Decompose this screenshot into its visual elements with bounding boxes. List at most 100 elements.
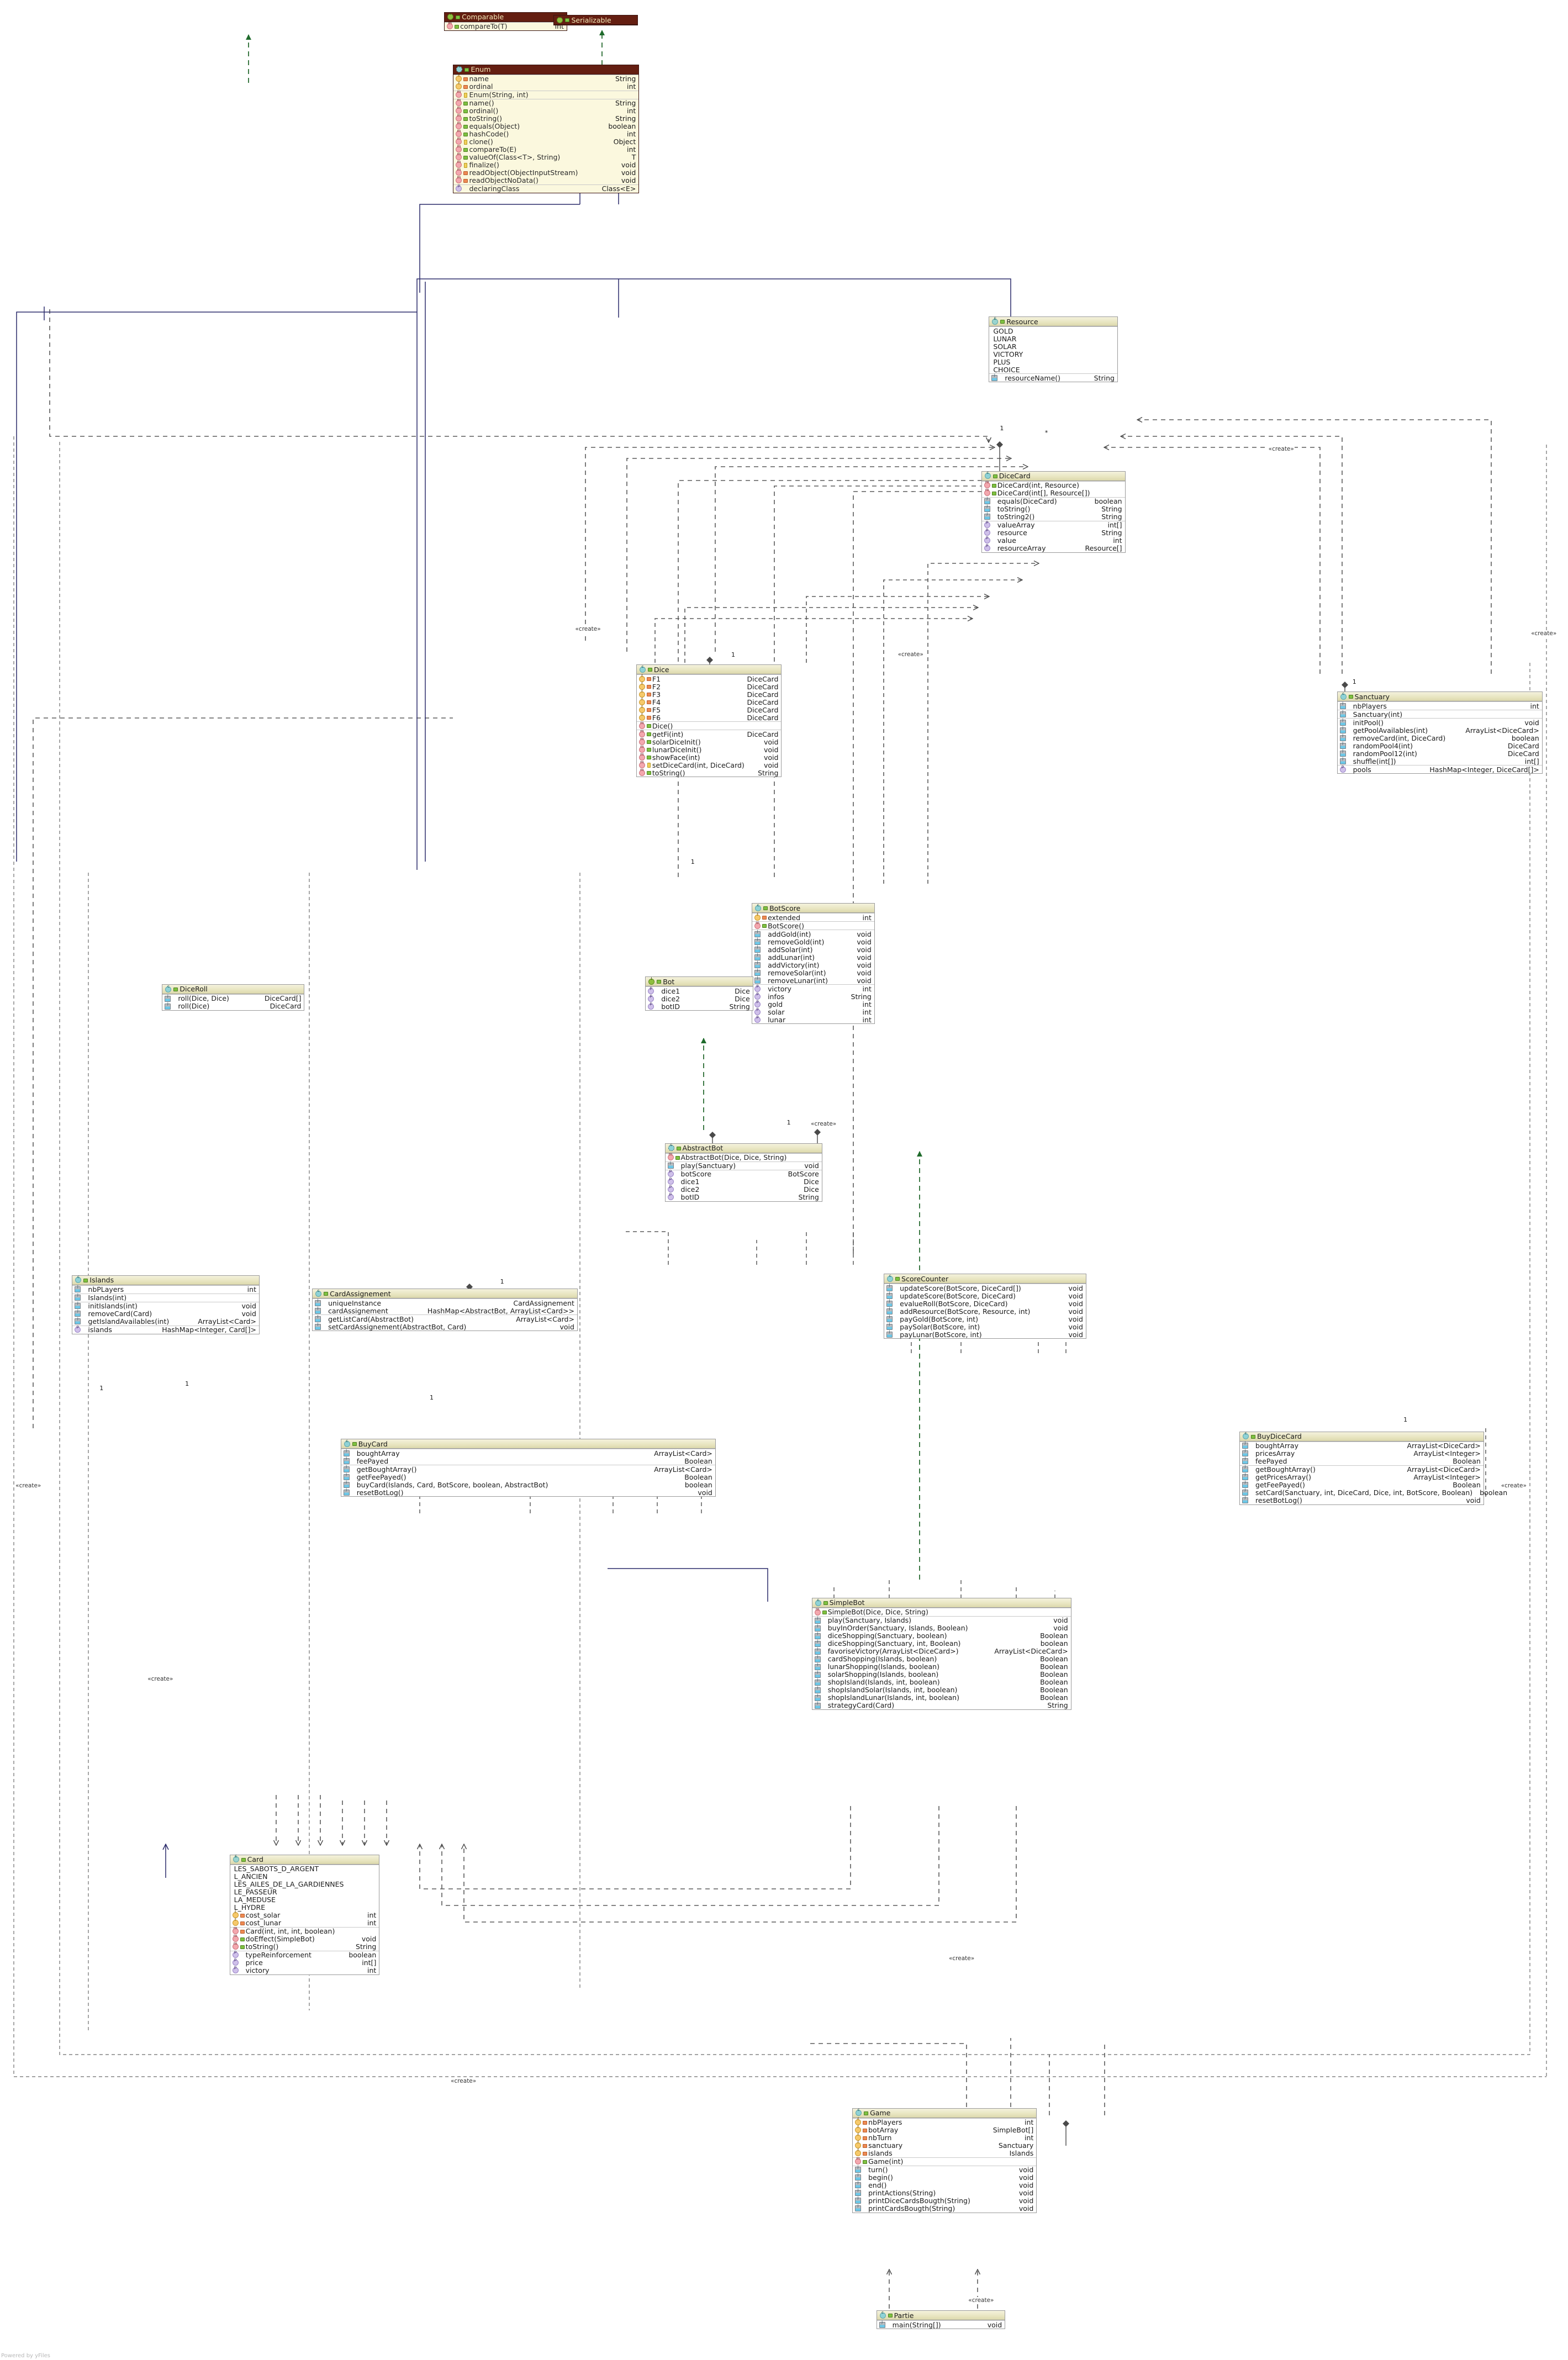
uml-class-simplebot[interactable]: SimpleBotSimpleBot(Dice, Dice, String)pl…: [811, 1598, 1071, 1710]
member-row[interactable]: play(Sanctuary, Islands) void: [812, 1617, 1071, 1624]
member-row[interactable]: main(String[]) void: [877, 2321, 1005, 2329]
member-row[interactable]: resourceName() String: [989, 374, 1117, 382]
member-row[interactable]: removeCard(Card) void: [72, 1310, 259, 1318]
member-row[interactable]: getPricesArray() ArrayList<Integer>: [1240, 1473, 1483, 1481]
member-row[interactable]: diceShopping(Sanctuary, int, Boolean) boo…: [812, 1640, 1071, 1648]
member-row[interactable]: SimpleBot(Dice, Dice, String): [812, 1608, 1071, 1616]
member-row[interactable]: Game(int): [853, 2157, 1036, 2166]
uml-class-game[interactable]: GamenbPlayersintbotArraySimpleBot[]nbTur…: [852, 2108, 1037, 2213]
member-row[interactable]: getFeePayed() Boolean: [341, 1473, 715, 1481]
member-row[interactable]: updateScore(BotScore, DiceCard) void: [884, 1292, 1086, 1300]
member-row[interactable]: getListCard(AbstractBot) ArrayList<Card>: [313, 1315, 577, 1323]
member-row[interactable]: addResource(BotScore, Resource, int) void: [884, 1307, 1086, 1315]
member-row[interactable]: pools HashMap<Integer, DiceCard[]>: [1338, 765, 1542, 773]
member-row[interactable]: randomPool4(int) DiceCard: [1338, 742, 1542, 749]
uml-class-dice[interactable]: DiceF1 DiceCard F2 DiceCard F3 DiceCard F4 Dice…: [636, 664, 782, 778]
member-row[interactable]: toString() String: [230, 1942, 379, 1951]
member-row[interactable]: getBoughtArray() ArrayList<DiceCard>: [1240, 1465, 1483, 1474]
uml-class-comparable[interactable]: ComparablecompareTo(T)int: [444, 12, 567, 31]
uml-class-sanctuary[interactable]: SanctuarynbPlayers int Sanctuary(int)initP…: [1337, 691, 1543, 774]
member-row[interactable]: ordinal() int: [453, 106, 638, 115]
member-row[interactable]: valueArray int[]: [982, 520, 1125, 529]
member-row[interactable]: DiceCard(int, Resource): [982, 481, 1125, 489]
enum-constant-row[interactable]: LE_PASSEUR: [230, 1888, 379, 1896]
member-row[interactable]: Card(int, int, int, boolean): [230, 1926, 379, 1935]
member-row[interactable]: lunarShopping(Islands, boolean) Boolean: [812, 1663, 1071, 1671]
member-row[interactable]: updateScore(BotScore, DiceCard[]) void: [884, 1284, 1086, 1292]
member-row[interactable]: solarShopping(Islands, boolean) Boolean: [812, 1671, 1071, 1678]
member-row[interactable]: Sanctuary(int): [1338, 710, 1542, 718]
member-row[interactable]: solar int: [752, 1007, 874, 1016]
enum-constant-row[interactable]: CHOICE: [989, 366, 1117, 373]
member-row[interactable]: dice2 Dice: [646, 994, 753, 1002]
member-row[interactable]: typeReinforcement boolean: [230, 1950, 379, 1959]
member-row[interactable]: declaringClass Class<E>: [453, 184, 638, 193]
member-row[interactable]: readObject(ObjectInputStream) void: [453, 168, 638, 177]
member-row[interactable]: setCard(Sanctuary, int, DiceCard, Dice, …: [1240, 1488, 1507, 1497]
uml-class-dicecard[interactable]: DiceCardDiceCard(int, Resource)DiceCard(…: [981, 471, 1126, 553]
member-row[interactable]: name String: [453, 74, 638, 83]
member-row[interactable]: buyCard(Islands, Card, BotScore, boolean…: [341, 1481, 715, 1488]
member-row[interactable]: toString() String: [453, 114, 638, 123]
member-row[interactable]: nbPLayers int: [72, 1285, 259, 1293]
member-row[interactable]: boughtArray ArrayList<DiceCard>: [1240, 1442, 1483, 1450]
member-row[interactable]: printDiceCardsBougth(String) void: [853, 2197, 1036, 2205]
uml-class-diceroll[interactable]: DiceRollroll(Dice, Dice)DiceCard[]roll(D…: [162, 984, 305, 1011]
member-row[interactable]: turn() void: [853, 2166, 1036, 2174]
member-row[interactable]: getPoolAvailables(int) ArrayList<DiceCard…: [1338, 726, 1542, 734]
member-row[interactable]: dice1 Dice: [666, 1177, 822, 1186]
member-row[interactable]: getFeePayed() Boolean: [1240, 1481, 1483, 1489]
member-row[interactable]: addGold(int) void: [752, 930, 874, 938]
member-row[interactable]: resetBotLog() void: [341, 1488, 715, 1496]
member-row[interactable]: evalueRoll(BotScore, DiceCard) void: [884, 1300, 1086, 1307]
member-row[interactable]: botID String: [666, 1192, 822, 1201]
member-row[interactable]: initPool() void: [1338, 719, 1542, 726]
member-row[interactable]: resourceArray Resource[]: [982, 543, 1125, 552]
member-row[interactable]: botID String: [646, 1002, 753, 1010]
member-row[interactable]: islands Islands: [853, 2148, 1036, 2157]
enum-constant-row[interactable]: SOLAR: [989, 342, 1117, 350]
member-row[interactable]: hashCode() int: [453, 129, 638, 138]
member-row[interactable]: feePayed Boolean: [1240, 1457, 1483, 1465]
member-row[interactable]: nbTurn int: [853, 2133, 1036, 2142]
member-row[interactable]: gold int: [752, 1000, 874, 1008]
member-row[interactable]: cardShopping(Islands, boolean) Boolean: [812, 1655, 1071, 1663]
uml-class-partie[interactable]: Partiemain(String[]) void: [876, 2310, 1006, 2330]
member-row[interactable]: resource String: [982, 528, 1125, 537]
member-row[interactable]: buyInOrder(Sanctuary, Islands, Boolean) v…: [812, 1624, 1071, 1632]
member-row[interactable]: play(Sanctuary) void: [666, 1161, 822, 1170]
member-row[interactable]: paySolar(BotScore, int) void: [884, 1323, 1086, 1331]
member-row[interactable]: extended int: [752, 913, 874, 921]
member-row[interactable]: price int[]: [230, 1958, 379, 1967]
member-row[interactable]: F5 DiceCard: [637, 705, 782, 714]
enum-constant-row[interactable]: GOLD: [989, 327, 1117, 335]
uml-class-islands[interactable]: IslandsnbPLayers int Islands(int)initIslan…: [72, 1275, 260, 1334]
member-row[interactable]: nbPlayers int: [1338, 702, 1542, 710]
member-row[interactable]: F2 DiceCard: [637, 682, 782, 690]
member-row[interactable]: setCardAssignement(AbstractBot, Card) voi…: [313, 1323, 577, 1331]
member-row[interactable]: removeGold(int) void: [752, 938, 874, 946]
member-row[interactable]: favoriseVictory(ArrayList<DiceCard>) Arra…: [812, 1648, 1071, 1655]
member-row[interactable]: DiceCard(int[], Resource[]): [982, 488, 1125, 497]
member-row[interactable]: shopIslandLunar(Islands, int, boolean) Bo…: [812, 1694, 1071, 1702]
member-row[interactable]: readObjectNoData() void: [453, 176, 638, 184]
member-row[interactable]: shopIslandSolar(Islands, int, boolean) Bo…: [812, 1686, 1071, 1694]
member-row[interactable]: cost_solar int: [230, 1910, 379, 1919]
member-row[interactable]: toString() String: [637, 768, 782, 777]
member-row[interactable]: payLunar(BotScore, int) void: [884, 1331, 1086, 1338]
member-row[interactable]: dice1 Dice: [646, 986, 753, 995]
uml-class-buycard[interactable]: BuyCardboughtArrayArrayList<Card>feePaye…: [340, 1439, 716, 1497]
uml-class-buydicecard[interactable]: BuyDiceCardboughtArray ArrayList<DiceCard…: [1239, 1431, 1507, 1505]
member-row[interactable]: roll(Dice) DiceCard: [162, 1002, 304, 1010]
member-row[interactable]: addLunar(int) void: [752, 953, 874, 961]
member-row[interactable]: Dice(): [637, 721, 782, 730]
member-row[interactable]: shopIsland(Islands, int, boolean) Boolean: [812, 1678, 1071, 1686]
member-row[interactable]: feePayed Boolean: [341, 1457, 715, 1465]
enum-constant-row[interactable]: PLUS: [989, 358, 1117, 366]
enum-constant-row[interactable]: L_HYDRE: [230, 1904, 379, 1912]
member-row[interactable]: equals(Object) boolean: [453, 122, 638, 130]
member-row[interactable]: roll(Dice, Dice) DiceCard[]: [162, 995, 304, 1002]
member-row[interactable]: lunarDiceInit() void: [637, 745, 782, 753]
member-row[interactable]: name() String: [453, 98, 638, 107]
member-row[interactable]: AbstractBot(Dice, Dice, String): [666, 1153, 822, 1161]
